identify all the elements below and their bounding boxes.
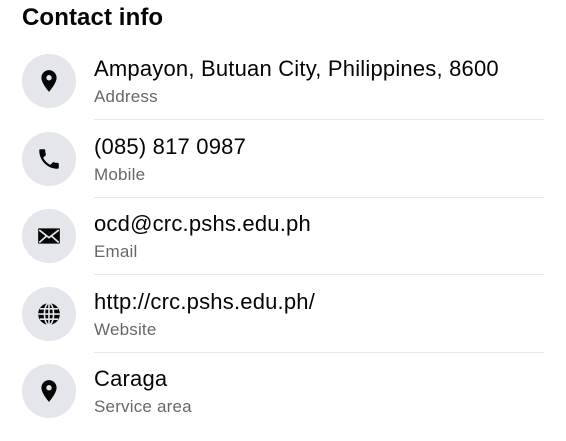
globe-icon <box>22 286 76 341</box>
website-label: Website <box>94 319 157 339</box>
contact-item-mobile[interactable]: (085) 817 0987 Mobile <box>22 128 544 206</box>
section-title: Contact info <box>22 4 164 31</box>
mobile-label: Mobile <box>94 164 146 184</box>
contact-item-service-area[interactable]: Caraga Service area <box>22 360 544 438</box>
mobile-value[interactable]: (085) 817 0987 <box>94 132 544 162</box>
envelope-icon <box>22 209 76 263</box>
service-area-label: Service area <box>94 397 192 416</box>
address-label: Address <box>94 87 158 106</box>
contact-item-text: Ampayon, Butuan City, Philippines, 8600 … <box>94 54 544 120</box>
email-label: Email <box>94 242 138 261</box>
contact-item-text: http://crc.pshs.edu.ph/ Website <box>94 287 544 353</box>
contact-item-email[interactable]: ocd@crc.pshs.edu.ph Email <box>22 205 544 283</box>
contact-item-text: Caraga Service area <box>94 364 544 430</box>
phone-icon <box>22 131 76 186</box>
email-value[interactable]: ocd@crc.pshs.edu.ph <box>94 209 544 239</box>
website-value[interactable]: http://crc.pshs.edu.ph/ <box>94 287 544 317</box>
address-value[interactable]: Ampayon, Butuan City, Philippines, 8600 <box>94 54 544 84</box>
location-pin-icon <box>22 364 76 418</box>
contact-item-text: (085) 817 0987 Mobile <box>94 132 544 198</box>
contact-item-text: ocd@crc.pshs.edu.ph Email <box>94 209 544 275</box>
contact-info-list: Ampayon, Butuan City, Philippines, 8600 … <box>22 50 544 438</box>
contact-item-address[interactable]: Ampayon, Butuan City, Philippines, 8600 … <box>22 50 544 128</box>
service-area-value[interactable]: Caraga <box>94 364 544 394</box>
location-pin-icon <box>22 54 76 108</box>
contact-item-website[interactable]: http://crc.pshs.edu.ph/ Website <box>22 283 544 361</box>
